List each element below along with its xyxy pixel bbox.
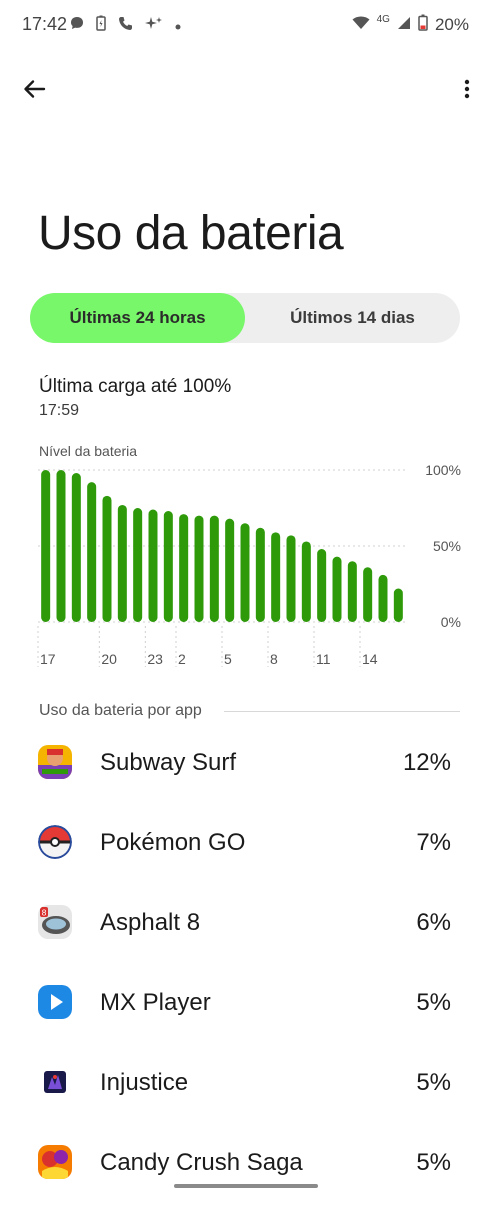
battery-bar	[332, 556, 342, 622]
battery-bar	[363, 567, 373, 622]
x-tick-label: 2	[178, 651, 186, 667]
app-name: Subway Surf	[100, 749, 237, 776]
battery-bar	[271, 532, 281, 622]
y-tick-label: 50%	[433, 538, 461, 554]
app-row-subway-surf[interactable]: Subway Surf 12%	[0, 745, 491, 805]
status-bar: 17:42 4G 20%	[0, 0, 491, 50]
battery-bar	[102, 495, 112, 622]
app-percent: 7%	[416, 829, 451, 856]
section-title: Uso da bateria por app	[39, 702, 202, 719]
pokemon-go-icon	[38, 825, 72, 859]
tab-last-24-hours[interactable]: Últimas 24 horas	[30, 293, 245, 343]
period-tabs: Últimas 24 horas Últimos 14 dias	[30, 293, 460, 343]
app-name: Pokémon GO	[100, 829, 246, 856]
x-tick-label: 20	[101, 651, 117, 667]
notification-icons	[70, 15, 181, 36]
x-tick-label: 14	[362, 651, 378, 667]
app-percent: 12%	[402, 749, 451, 776]
battery-bar	[148, 509, 158, 622]
app-row-mx-player[interactable]: MX Player 5%	[0, 985, 491, 1045]
battery-bar	[117, 504, 127, 622]
battery-bar	[317, 549, 327, 622]
battery-percent: 20%	[434, 15, 469, 34]
app-name: Asphalt 8	[100, 909, 201, 936]
back-button[interactable]	[20, 74, 50, 104]
candy-crush-icon	[38, 1145, 72, 1179]
battery-bar	[240, 523, 250, 622]
more-vert-icon	[464, 79, 470, 99]
battery-bar	[347, 561, 357, 622]
subway-surf-icon	[38, 745, 72, 779]
app-name: MX Player	[100, 989, 211, 1016]
x-tick-label: 17	[40, 651, 56, 667]
more-options-button[interactable]	[447, 74, 477, 104]
x-tick-label: 23	[147, 651, 163, 667]
app-percent: 5%	[416, 1069, 451, 1096]
signal-icon	[397, 15, 411, 35]
battery-bar	[163, 511, 173, 622]
app-percent: 5%	[416, 989, 451, 1016]
home-indicator[interactable]	[174, 1184, 318, 1188]
battery-bar	[225, 518, 235, 622]
last-charge-time: 17:59	[39, 402, 80, 419]
status-time: 17:42	[22, 14, 68, 34]
battery-low-icon	[418, 14, 428, 36]
chart-title: Nível da bateria	[39, 443, 138, 459]
y-tick-label: 100%	[425, 462, 461, 478]
last-charge-title: Última carga até 100%	[39, 376, 232, 397]
x-tick-label: 5	[224, 651, 232, 667]
svg-text:8: 8	[41, 909, 46, 918]
battery-bar	[71, 473, 81, 622]
wifi-icon	[352, 15, 370, 35]
app-percent: 6%	[416, 909, 451, 936]
battery-bar	[133, 508, 143, 622]
y-tick-label: 0%	[441, 614, 461, 630]
app-name: Injustice	[100, 1069, 189, 1096]
chat-bubble-icon	[70, 16, 84, 35]
tab-last-14-days[interactable]: Últimos 14 dias	[245, 293, 460, 343]
app-name: Candy Crush Saga	[100, 1149, 303, 1176]
battery-bar	[194, 515, 204, 622]
battery-level-chart[interactable]: 17 20 23 2 5 8 11 14 100% 50% 0%	[0, 460, 491, 675]
arrow-left-icon	[24, 80, 46, 98]
network-type: 4G	[376, 13, 390, 25]
asphalt-8-icon: 8	[38, 905, 72, 939]
battery-bar	[41, 470, 51, 622]
battery-charging-icon	[96, 15, 106, 36]
battery-bar	[56, 470, 66, 622]
injustice-icon	[38, 1065, 72, 1099]
phone-icon	[118, 16, 133, 36]
mx-player-icon	[38, 985, 72, 1019]
app-row-pokemon-go[interactable]: Pokémon GO 7%	[0, 825, 491, 885]
section-divider	[224, 711, 460, 712]
x-tick-label: 11	[316, 651, 331, 667]
app-row-asphalt-8[interactable]: 8 Asphalt 8 6%	[0, 905, 491, 965]
battery-bar	[286, 535, 296, 622]
battery-bar	[255, 527, 265, 622]
dot-icon	[175, 17, 181, 35]
app-row-candy-crush[interactable]: Candy Crush Saga 5%	[0, 1145, 491, 1205]
battery-bar	[301, 541, 311, 622]
x-tick-label: 8	[270, 651, 278, 667]
app-row-injustice[interactable]: Injustice 5%	[0, 1065, 491, 1125]
app-percent: 5%	[416, 1149, 451, 1176]
battery-bar	[378, 574, 388, 622]
battery-bar	[87, 482, 97, 622]
battery-bar	[393, 588, 403, 622]
system-icons: 4G 20%	[352, 14, 469, 36]
battery-bar	[209, 515, 219, 622]
battery-bar	[179, 514, 189, 622]
sparkle-icon	[145, 16, 163, 35]
page-title: Uso da bateria	[38, 207, 344, 260]
